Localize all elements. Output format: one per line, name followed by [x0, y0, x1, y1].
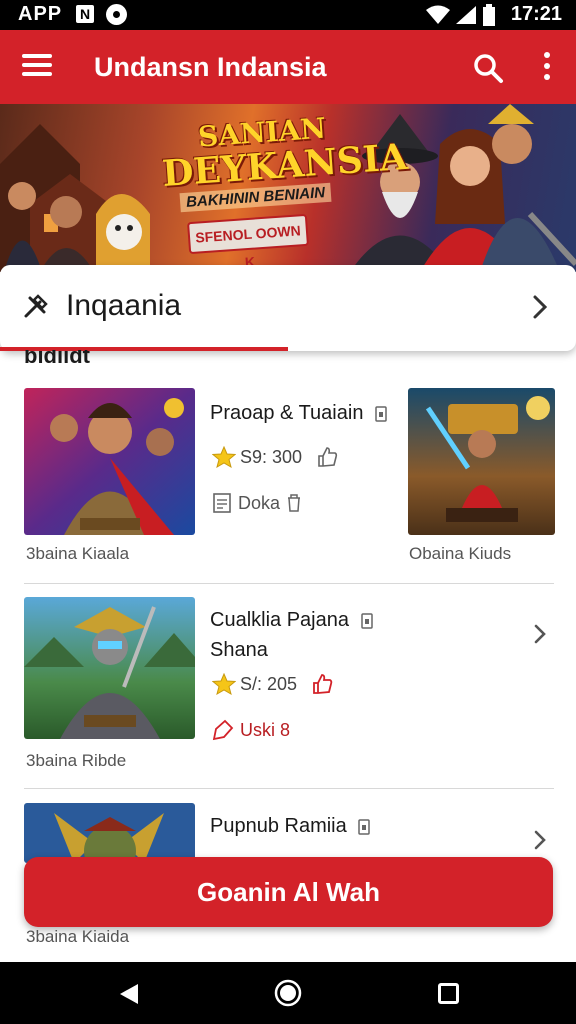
- trash-icon: [288, 494, 301, 512]
- divider: [24, 583, 554, 584]
- item-meta: Doka: [212, 492, 302, 514]
- record-icon: [106, 4, 127, 25]
- star-icon: [212, 673, 236, 695]
- thumbs-up-icon: [313, 674, 333, 694]
- item-title-text: Praoap & Tuaiain: [210, 402, 364, 424]
- item-title: Cualklia Pajana Shana: [210, 605, 373, 665]
- game-thumbnail-secondary[interactable]: [408, 388, 555, 535]
- recent-apps-icon[interactable]: [438, 983, 459, 1004]
- navigation-bar: [0, 962, 576, 1024]
- chevron-right-icon[interactable]: [533, 623, 547, 645]
- document-icon: [213, 493, 231, 513]
- tag-icon: [212, 719, 234, 741]
- status-bar: APP N 17:21: [0, 0, 576, 30]
- status-app-label: APP: [18, 3, 63, 25]
- item-title: Praoap & Tuaiain: [210, 398, 387, 428]
- list-item[interactable]: 3baina Ribde Cualklia Pajana Shana S/: 2…: [0, 597, 576, 789]
- section-label: bidiidt: [24, 350, 90, 366]
- banner-title: SANIAN DEYKANSIA: [161, 112, 409, 195]
- meta-text: Doka: [238, 492, 281, 513]
- lock-icon: [360, 612, 373, 629]
- lock-icon: [375, 405, 387, 422]
- game-thumbnail[interactable]: [24, 597, 195, 739]
- game-thumbnail[interactable]: [24, 388, 195, 535]
- meta-text: Uski 8: [240, 719, 291, 740]
- chevron-right-icon: [533, 295, 548, 319]
- app-bar: Undansn Indansia: [0, 30, 576, 104]
- item-title: Pupnub Ramiia: [210, 811, 371, 841]
- status-icons: [426, 4, 496, 26]
- battery-icon: [483, 4, 495, 26]
- thumbs-up-icon: [318, 447, 338, 467]
- game-thumbnail[interactable]: [24, 803, 195, 863]
- more-options-icon[interactable]: [540, 52, 554, 84]
- lock-icon: [358, 818, 371, 835]
- item-meta: Uski 8: [212, 719, 290, 741]
- app-title: Undansn Indansia: [94, 52, 327, 82]
- divider: [24, 788, 554, 789]
- thumbnail-caption: 3baina Kiaala: [26, 544, 130, 563]
- rating-value: S/: 205: [240, 673, 298, 694]
- tools-icon: [24, 294, 48, 318]
- home-icon[interactable]: [274, 979, 302, 1007]
- item-title-text-2: Shana: [210, 639, 268, 661]
- wifi-icon: [426, 5, 450, 24]
- rating-value: S9: 300: [240, 446, 303, 467]
- secondary-caption: Obaina Kiuds: [409, 544, 512, 563]
- star-icon: [212, 446, 236, 468]
- item-title-text: Cualklia Pajana: [210, 609, 349, 631]
- promo-banner[interactable]: SANIAN DEYKANSIA BAKHININ BENIAIN SFENOL…: [0, 104, 576, 272]
- thumbnail-caption: 3baina Ribde: [26, 751, 127, 770]
- signal-icon: [456, 6, 476, 24]
- search-icon[interactable]: [472, 52, 504, 84]
- thumbnail-caption: 3baina Kiaida: [26, 927, 130, 946]
- status-time: 17:21: [510, 3, 562, 25]
- category-label: Inqaania: [66, 289, 182, 322]
- chevron-right-icon[interactable]: [533, 829, 547, 851]
- notification-icon: N: [76, 5, 94, 23]
- item-title-text: Pupnub Ramiia: [210, 815, 347, 837]
- back-icon[interactable]: [118, 982, 140, 1006]
- menu-icon[interactable]: [22, 54, 52, 80]
- list-item[interactable]: 3baina Kiaala Praoap & Tuaiain S9: 300 D…: [0, 388, 576, 584]
- item-rating: S9: 300: [212, 446, 338, 468]
- primary-action-button[interactable]: Goanin Al Wah: [24, 857, 553, 927]
- category-selector[interactable]: Inqaania: [0, 265, 576, 351]
- item-rating: S/: 205: [212, 673, 333, 695]
